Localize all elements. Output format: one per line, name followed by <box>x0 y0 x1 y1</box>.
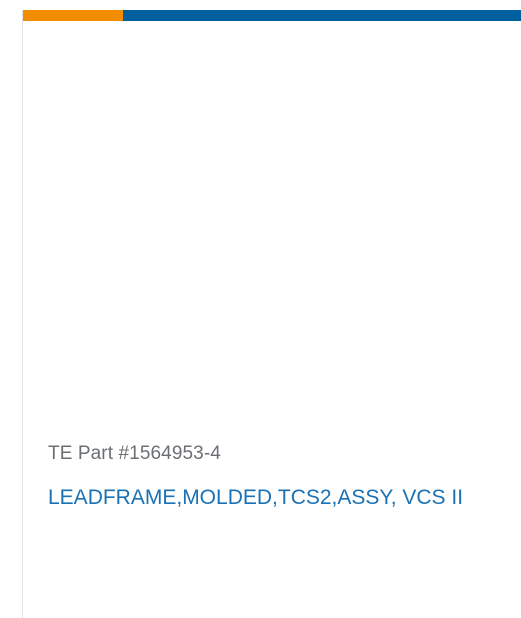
product-card[interactable]: TE Part #1564953-4 LEADFRAME,MOLDED,TCS2… <box>22 10 521 618</box>
accent-bar-blue-segment <box>123 10 521 21</box>
product-image-placeholder[interactable] <box>23 21 521 411</box>
accent-bar <box>23 10 521 21</box>
product-description-link[interactable]: LEADFRAME,MOLDED,TCS2,ASSY, VCS II <box>48 480 508 516</box>
accent-bar-orange-segment <box>23 10 123 21</box>
part-number: TE Part #1564953-4 <box>48 443 221 464</box>
